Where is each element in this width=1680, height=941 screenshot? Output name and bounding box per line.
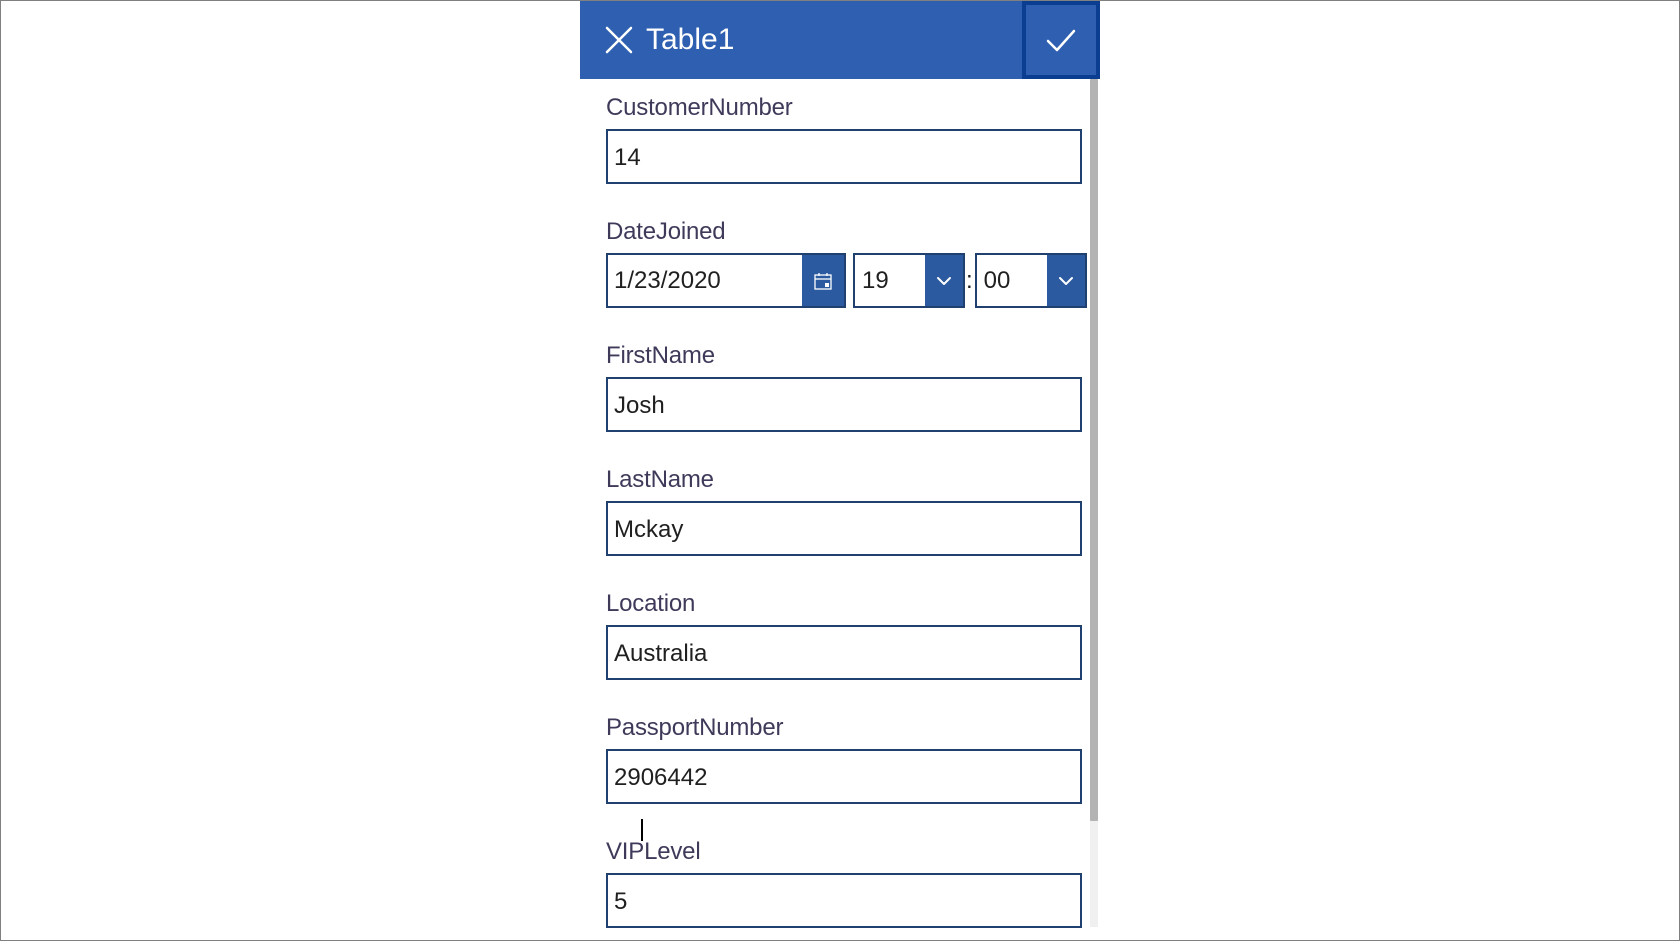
location-field[interactable]: Australia [606, 625, 1082, 680]
last-name-field[interactable]: Mckay [606, 501, 1082, 556]
time-separator: : [966, 253, 973, 308]
header-bar: Table1 [580, 1, 1100, 79]
vip-level-label: VIPLevel [606, 838, 1073, 866]
calendar-icon [814, 272, 832, 290]
location-label: Location [606, 590, 1073, 618]
hour-select[interactable]: 19 [853, 253, 965, 308]
first-name-label: FirstName [606, 342, 1073, 370]
submit-button[interactable] [1022, 1, 1100, 79]
hour-dropdown-button[interactable] [925, 255, 963, 306]
customer-number-field[interactable]: 14 [606, 129, 1082, 184]
hour-value: 19 [855, 266, 925, 295]
page-title: Table1 [646, 23, 1022, 57]
first-name-field[interactable]: Josh [606, 377, 1082, 432]
date-joined-label: DateJoined [606, 218, 1073, 246]
passport-number-label: PassportNumber [606, 714, 1073, 742]
check-icon [1042, 21, 1080, 59]
vip-level-field[interactable]: 5 [606, 873, 1082, 928]
scrollbar-thumb[interactable] [1090, 79, 1098, 821]
customer-number-label: CustomerNumber [606, 94, 1073, 122]
form-body: Beto Yark CustomerNumber 14 DateJoined 1… [580, 79, 1100, 939]
last-name-label: LastName [606, 466, 1073, 494]
minute-select[interactable]: 00 [975, 253, 1087, 308]
form-screen: Table1 Beto Yark CustomerNumber 14 DateJ… [580, 1, 1100, 939]
date-value: 1/23/2020 [608, 266, 802, 295]
passport-number-field[interactable]: 2906442 [606, 749, 1082, 804]
close-icon [604, 25, 634, 55]
scrollbar-track[interactable] [1090, 79, 1098, 927]
chevron-down-icon [1056, 271, 1076, 291]
minute-dropdown-button[interactable] [1047, 255, 1085, 306]
date-field[interactable]: 1/23/2020 [606, 253, 846, 308]
chevron-down-icon [934, 271, 954, 291]
calendar-button[interactable] [802, 255, 844, 306]
minute-value: 00 [977, 266, 1047, 295]
